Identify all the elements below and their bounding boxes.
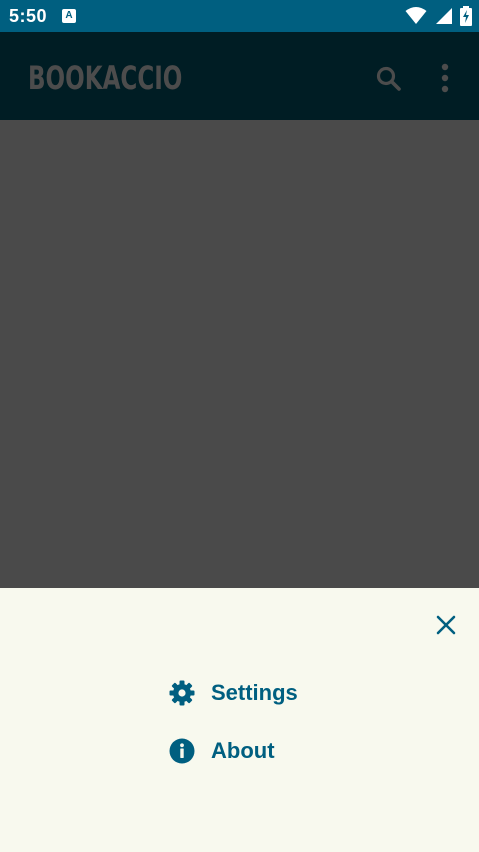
notification-icon: A bbox=[62, 9, 76, 23]
status-bar: 5:50 A bbox=[0, 0, 479, 32]
menu-item-about[interactable]: About bbox=[168, 733, 328, 769]
app-bar: BOOKACCIO bbox=[0, 32, 479, 120]
info-icon bbox=[168, 737, 196, 765]
search-icon bbox=[376, 66, 401, 91]
search-button[interactable] bbox=[374, 64, 404, 94]
close-icon bbox=[436, 615, 456, 635]
gear-icon bbox=[168, 679, 196, 707]
status-icons bbox=[402, 6, 472, 26]
more-vert-icon bbox=[441, 63, 449, 93]
menu-item-label: About bbox=[211, 738, 275, 763]
menu-item-settings[interactable]: Settings bbox=[168, 675, 328, 711]
wifi-icon bbox=[405, 7, 427, 24]
close-button[interactable] bbox=[432, 611, 460, 639]
cellular-icon bbox=[435, 8, 452, 24]
bottom-sheet bbox=[0, 588, 479, 852]
status-time: 5:50 bbox=[9, 6, 48, 26]
battery-charging-icon bbox=[460, 6, 472, 26]
more-options-button[interactable] bbox=[432, 62, 458, 96]
menu-item-label: Settings bbox=[211, 680, 298, 705]
scrim-overlay[interactable] bbox=[0, 120, 479, 588]
app-title: BOOKACCIO bbox=[28, 59, 183, 97]
